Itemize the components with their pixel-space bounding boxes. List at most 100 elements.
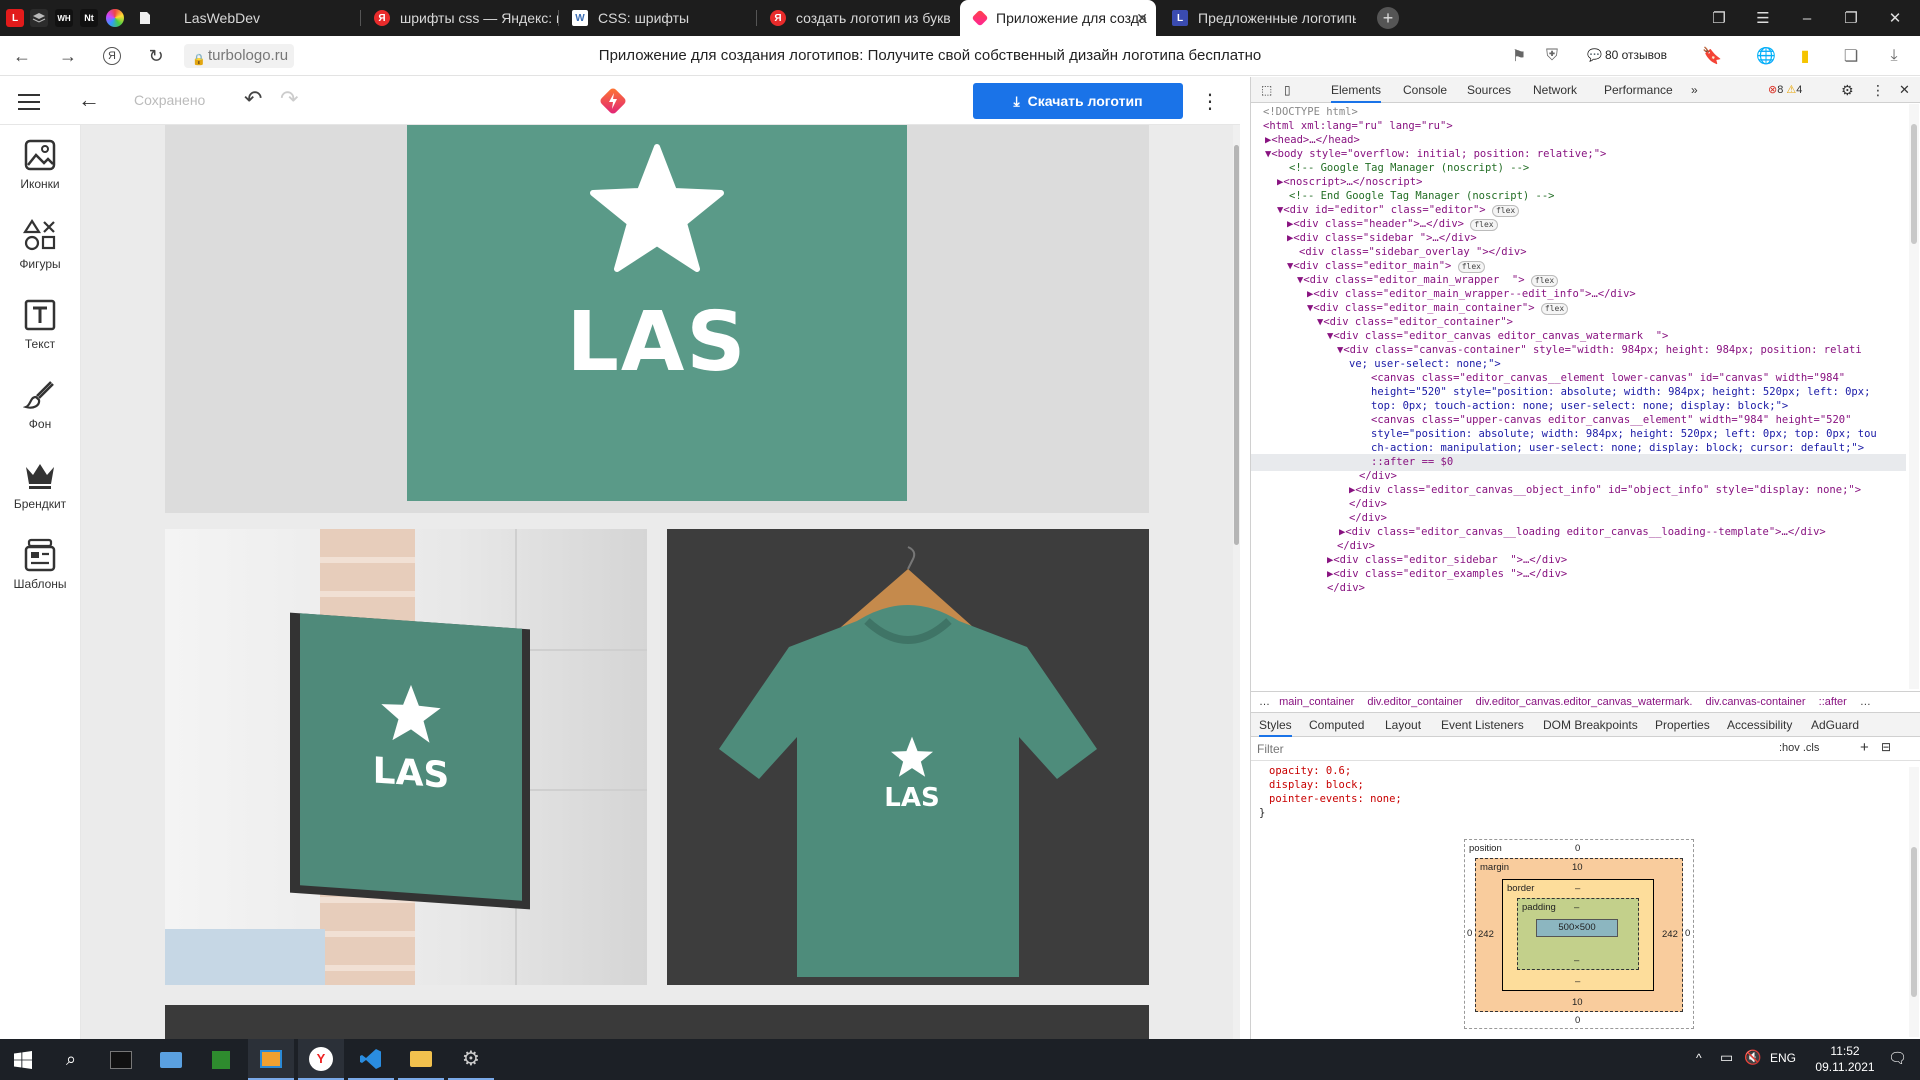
sidebar-item-brandkit[interactable]: Брендкит xyxy=(0,457,80,511)
bookmark-icon[interactable]: 🔖 xyxy=(1701,45,1723,67)
tab-2[interactable]: Яшрифты css — Яндекс: на xyxy=(362,0,558,36)
subtab-adguard[interactable]: AdGuard xyxy=(1811,713,1859,737)
settings-gear-icon[interactable]: ⚙ xyxy=(1841,77,1854,103)
download-logo-button[interactable]: ⤓ Скачать логотип xyxy=(973,83,1183,119)
breadcrumb-item[interactable]: … xyxy=(1259,696,1270,708)
collections-icon[interactable]: ❏ xyxy=(1840,45,1862,67)
dom-line-selected[interactable]: ::after == $0 xyxy=(1251,454,1906,471)
network-icon[interactable]: ▭ xyxy=(1720,1049,1733,1066)
tab-console[interactable]: Console xyxy=(1403,77,1447,103)
styles-filter-input[interactable] xyxy=(1257,740,1657,758)
breadcrumb-item[interactable]: ::after xyxy=(1819,696,1847,708)
close-devtools-icon[interactable]: ✕ xyxy=(1899,77,1910,103)
box-content[interactable]: 500×500 xyxy=(1536,919,1618,937)
pinned-tab-1[interactable]: L xyxy=(6,9,24,27)
tab-sources[interactable]: Sources xyxy=(1467,77,1511,103)
close-tab-icon[interactable]: ✕ xyxy=(1136,10,1148,27)
url-field[interactable]: 🔒 turbologo.ru xyxy=(184,44,295,68)
globe-icon[interactable]: 🌐 xyxy=(1755,45,1777,67)
subtab-properties[interactable]: Properties xyxy=(1655,713,1710,737)
subtab-computed[interactable]: Computed xyxy=(1309,713,1364,737)
hov-cls-toggle[interactable]: :hov .cls xyxy=(1779,742,1819,754)
forward-icon[interactable]: → xyxy=(56,44,80,68)
redo-icon[interactable]: ↷ xyxy=(280,86,298,112)
pinned-tab-doc-icon[interactable] xyxy=(136,9,154,27)
subtab-dom-breakpoints[interactable]: DOM Breakpoints xyxy=(1543,713,1638,737)
download-icon[interactable]: ⤓ xyxy=(1883,45,1905,67)
minimize-button[interactable]: – xyxy=(1786,0,1828,36)
close-window-button[interactable]: ✕ xyxy=(1874,0,1916,36)
pinned-tab-color-icon[interactable] xyxy=(106,9,124,27)
reload-icon[interactable]: ↻ xyxy=(144,44,168,68)
pinned-tab-2[interactable]: WH xyxy=(55,9,73,27)
scrollbar-thumb[interactable] xyxy=(1234,145,1239,545)
yandex-browser-icon[interactable]: Y xyxy=(298,1039,344,1080)
tab-network[interactable]: Network xyxy=(1533,77,1577,103)
taskbar-app-active[interactable] xyxy=(248,1039,294,1080)
tabs-overview-icon[interactable]: ❐ xyxy=(1698,0,1740,36)
breadcrumb-item[interactable]: … xyxy=(1860,696,1871,708)
subtab-layout[interactable]: Layout xyxy=(1385,713,1421,737)
sidebar-item-shapes[interactable]: Фигуры xyxy=(0,217,80,271)
tab-3[interactable]: W CSS: шрифты xyxy=(560,0,756,36)
subtab-event-listeners[interactable]: Event Listeners xyxy=(1441,713,1524,737)
styles-scrollbar[interactable] xyxy=(1909,767,1919,1037)
folder-icon[interactable] xyxy=(398,1039,444,1080)
flex-badge[interactable]: flex xyxy=(1540,303,1569,315)
language-indicator[interactable]: ENG xyxy=(1770,1051,1796,1065)
settings-app-icon[interactable]: ⚙ xyxy=(448,1039,494,1080)
vscode-icon[interactable] xyxy=(348,1039,394,1080)
sidebar-item-background[interactable]: Фон xyxy=(0,377,80,431)
more-tabs-icon[interactable]: » xyxy=(1691,77,1698,103)
breadcrumb-item[interactable]: div.editor_container xyxy=(1367,696,1462,708)
tab-performance[interactable]: Performance xyxy=(1604,77,1673,103)
maximize-button[interactable]: ❐ xyxy=(1830,0,1872,36)
sidebar-toggle-icon[interactable]: ⊟ xyxy=(1881,740,1891,754)
protect-icon[interactable]: ⛨ xyxy=(1541,45,1563,67)
inspect-icon[interactable]: ⬚ xyxy=(1261,77,1272,103)
windows-start-icon[interactable] xyxy=(0,1039,46,1080)
game-app-icon[interactable] xyxy=(198,1039,244,1080)
pinned-tab-3[interactable]: Nt xyxy=(80,9,98,27)
subtab-accessibility[interactable]: Accessibility xyxy=(1727,713,1792,737)
yandex-home-icon[interactable]: Я xyxy=(100,44,124,68)
more-vert-icon[interactable]: ⋮ xyxy=(1200,89,1220,114)
box-padding[interactable]: padding – – 500×500 xyxy=(1517,898,1639,970)
translate-icon[interactable]: ⚑ xyxy=(1508,45,1530,67)
back-icon[interactable]: ← xyxy=(10,44,34,68)
breadcrumb-item[interactable]: main_container xyxy=(1279,696,1354,708)
subtab-styles[interactable]: Styles xyxy=(1259,713,1292,737)
sidebar-item-text[interactable]: Текст xyxy=(0,297,80,351)
tray-chevron-icon[interactable]: ^ xyxy=(1696,1051,1702,1065)
volume-muted-icon[interactable]: 🔇 xyxy=(1744,1049,1761,1066)
breadcrumb-item[interactable]: div.editor_canvas.editor_canvas_watermar… xyxy=(1476,696,1693,708)
reviews-badge[interactable]: 💬 80 отзывов xyxy=(1587,44,1667,66)
tab-elements[interactable]: Elements xyxy=(1331,77,1382,103)
sidebar-item-icons[interactable]: Иконки xyxy=(0,137,80,191)
css-declaration[interactable]: display: block; xyxy=(1259,778,1402,792)
sidebar-item-templates[interactable]: Шаблоны xyxy=(0,537,80,591)
search-icon[interactable]: ⌕ xyxy=(48,1039,94,1080)
add-rule-icon[interactable]: + xyxy=(1860,739,1869,756)
new-tab-button[interactable]: + xyxy=(1366,0,1410,36)
tab-1[interactable]: LasWebDev xyxy=(160,0,360,36)
notifications-icon[interactable]: 🗨 xyxy=(1888,1049,1907,1067)
hamburger-icon[interactable] xyxy=(18,91,40,111)
extension-icon[interactable]: ▮ xyxy=(1794,45,1816,67)
back-arrow-icon[interactable]: ← xyxy=(78,87,100,113)
pinned-tab-layers-icon[interactable] xyxy=(30,9,48,27)
dom-line[interactable]: ▶<div class="editor_canvas__object_info"… xyxy=(1349,482,1861,499)
terminal-icon[interactable] xyxy=(98,1039,144,1080)
css-declaration[interactable]: pointer-events: none; xyxy=(1259,792,1402,806)
explorer-app-icon[interactable] xyxy=(148,1039,194,1080)
tab-6[interactable]: L Предложенные логотипы xyxy=(1160,0,1356,36)
css-declaration[interactable]: opacity: 0.6; xyxy=(1259,764,1402,778)
turbologo-logo[interactable] xyxy=(597,85,629,117)
device-toggle-icon[interactable]: ▯ xyxy=(1284,77,1291,103)
main-canvas[interactable]: LAS xyxy=(165,125,1149,513)
menu-icon[interactable]: ☰ xyxy=(1742,0,1784,36)
tab-5-active[interactable]: Приложение для созда ✕ xyxy=(960,0,1156,36)
dom-line[interactable]: ▶<div class="editor_canvas__loading edit… xyxy=(1339,524,1826,541)
box-border[interactable]: border – – padding – – 500×500 xyxy=(1502,879,1654,991)
clock[interactable]: 11:52 09.11.2021 xyxy=(1810,1043,1880,1075)
